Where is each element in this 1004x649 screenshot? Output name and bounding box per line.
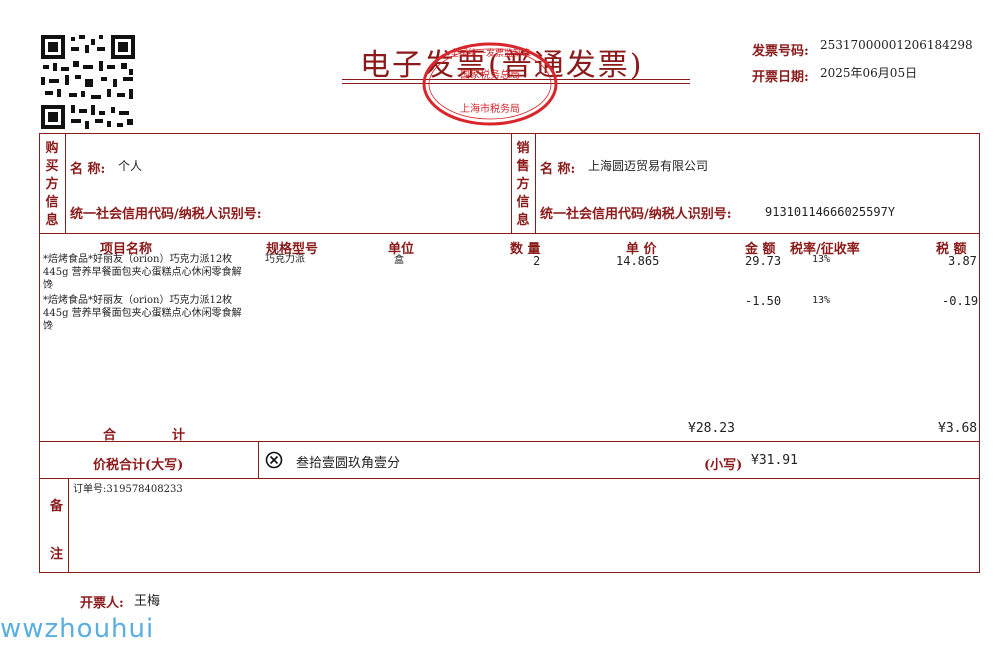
qr-code bbox=[41, 35, 135, 129]
buyer-section-label: 购买方信息 bbox=[45, 141, 59, 228]
official-seal: 全国统一发票监制章 国家税务总局 上海市税务局 bbox=[420, 40, 560, 128]
issuer-label: 开票人: bbox=[80, 596, 124, 611]
grand-total-label: 价税合计(大写) bbox=[93, 458, 184, 473]
watermark: wwzhouhui bbox=[0, 614, 155, 644]
seller-name: 上海圆迈贸易有限公司 bbox=[588, 159, 709, 173]
remarks-label: 备 bbox=[50, 499, 64, 514]
invoice-number: 25317000001206184298 bbox=[820, 38, 973, 52]
seal-text-bottom: 上海市税务局 bbox=[460, 104, 520, 115]
buyer-name-label: 名 称: bbox=[70, 162, 106, 177]
total-tax: ¥3.68 bbox=[938, 421, 978, 436]
invoice-date-label: 开票日期: bbox=[752, 70, 809, 85]
divider bbox=[39, 233, 980, 234]
invoice-date: 2025年06月05日 bbox=[820, 66, 918, 80]
item-rate: 13% bbox=[812, 295, 831, 306]
invoice-number-label: 发票号码: bbox=[752, 44, 809, 59]
item-amount: 29.73 bbox=[745, 254, 782, 268]
remarks-text: 订单号:319578408233 bbox=[73, 484, 183, 495]
divider bbox=[535, 133, 536, 233]
circle-x-icon bbox=[265, 451, 283, 469]
divider bbox=[511, 133, 512, 233]
item-unit: 盒 bbox=[394, 255, 404, 266]
divider bbox=[39, 441, 980, 442]
item-tax: -0.19 bbox=[942, 294, 979, 308]
seal-text-mid: 国家税务总局 bbox=[460, 70, 520, 81]
item-name-line: 445g 营养早餐面包夹心蛋糕点心休闲零食解 bbox=[43, 308, 242, 319]
item-rate: 13% bbox=[812, 254, 831, 265]
divider bbox=[258, 441, 259, 478]
divider bbox=[65, 133, 66, 233]
divider bbox=[39, 478, 980, 479]
item-name-line: *焙烤食品*好丽友（orion）巧克力派12枚 bbox=[43, 254, 233, 265]
issuer-name: 王梅 bbox=[134, 594, 161, 609]
grand-total-small-value: ¥31.91 bbox=[751, 453, 798, 468]
item-qty: 2 bbox=[533, 254, 541, 268]
total-amount: ¥28.23 bbox=[688, 421, 735, 436]
seller-tax-label: 统一社会信用代码/纳税人识别号: bbox=[540, 207, 732, 222]
item-name-line: 445g 营养早餐面包夹心蛋糕点心休闲零食解 bbox=[43, 267, 242, 278]
item-name-line: 馋 bbox=[43, 280, 53, 291]
grand-total-small-label: (小写) bbox=[704, 458, 743, 473]
seller-tax-id: 91310114666025597Y bbox=[765, 205, 896, 219]
item-name-line: 馋 bbox=[43, 321, 53, 332]
item-tax: 3.87 bbox=[948, 254, 977, 268]
item-name-line: *焙烤食品*好丽友（orion）巧克力派12枚 bbox=[43, 295, 233, 306]
remarks-label: 注 bbox=[50, 547, 64, 562]
table-row: *焙烤食品*好丽友（orion）巧克力派12枚 445g 营养早餐面包夹心蛋糕点… bbox=[43, 253, 242, 292]
divider bbox=[68, 478, 69, 573]
seller-section-label: 销售方信息 bbox=[516, 141, 530, 228]
seller-name-label: 名 称: bbox=[540, 162, 576, 177]
seal-text-top: 全国统一发票监制章 bbox=[450, 49, 532, 59]
table-row: *焙烤食品*好丽友（orion）巧克力派12枚 445g 营养早餐面包夹心蛋糕点… bbox=[43, 294, 242, 333]
buyer-tax-label: 统一社会信用代码/纳税人识别号: bbox=[70, 207, 262, 222]
item-price: 14.865 bbox=[616, 254, 660, 268]
item-spec: 巧克力派 bbox=[265, 254, 305, 265]
buyer-name: 个人 bbox=[118, 159, 143, 173]
invoice-table bbox=[39, 133, 980, 573]
item-amount: -1.50 bbox=[745, 294, 782, 308]
grand-total-upper: 叁拾壹圆玖角壹分 bbox=[296, 456, 401, 471]
